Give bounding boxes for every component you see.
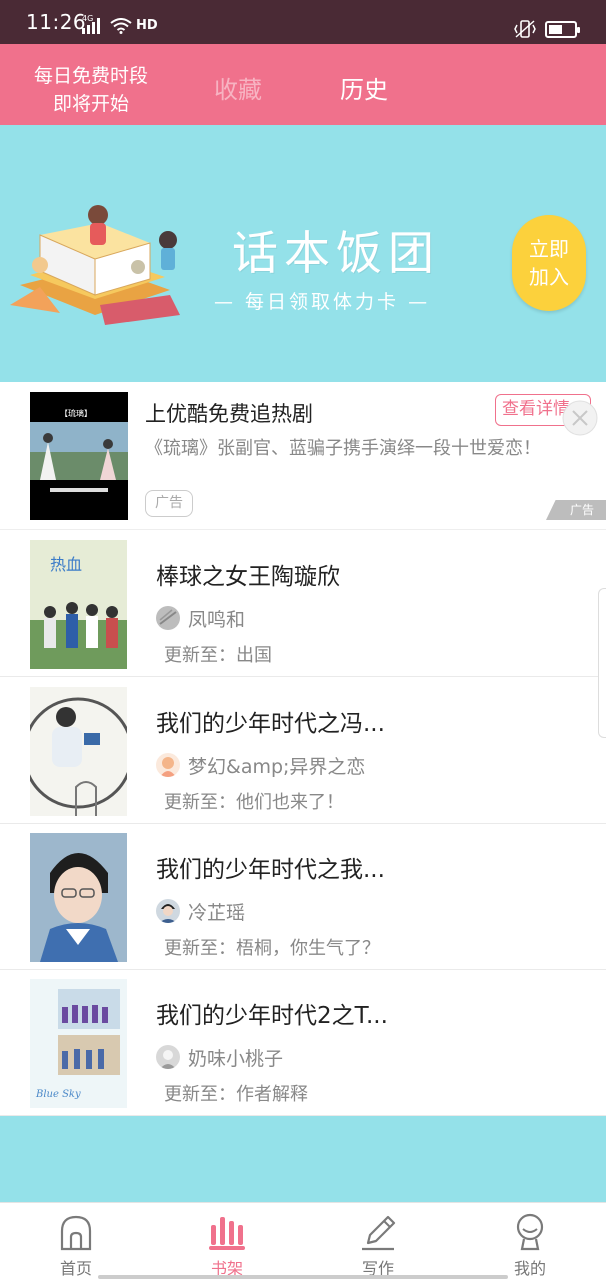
author-avatar — [156, 753, 180, 777]
vibrate-icon — [514, 20, 536, 38]
update-status: 更新至：梧桐，你生气了？ — [164, 938, 380, 959]
author-name: 奶味小桃子 — [188, 1048, 284, 1070]
tab-history[interactable]: 历史 — [340, 70, 388, 105]
ad-item[interactable]: 【琉璃】 上优酷免费追热剧 《琉璃》张副官、蓝骗子携手演绎一段十世爱恋！ 广告 … — [0, 382, 606, 530]
join-line-1: 立即 — [529, 237, 569, 261]
story-title: 棒球之女王陶璇欣 — [156, 564, 340, 590]
update-status: 更新至：出国 — [164, 645, 272, 666]
list-item[interactable]: Blue Sky 我们的少年时代2之T... 奶味小桃子 更新至：作者解释 — [0, 970, 606, 1116]
svg-text:热血: 热血 — [50, 555, 82, 574]
story-cover: Blue Sky — [30, 979, 127, 1108]
nav-write[interactable]: 写作 — [318, 1203, 438, 1280]
bottom-banner[interactable] — [0, 1116, 606, 1202]
free-period-notice[interactable]: 每日免费时段 即将开始 — [20, 62, 162, 118]
author-avatar — [156, 606, 180, 630]
bottom-nav: 首页 书架 写作 我的 — [0, 1202, 606, 1280]
join-now-button[interactable]: 立即 加入 — [512, 215, 586, 311]
promo-line-2: 即将开始 — [52, 93, 129, 115]
home-icon — [60, 1215, 92, 1251]
signal-icon — [82, 18, 100, 34]
tab-favorites[interactable]: 收藏 — [214, 70, 262, 105]
books-illustration — [10, 205, 180, 325]
battery-icon — [545, 21, 580, 38]
promo-banner[interactable]: 话本饭团 — 每日领取体力卡 — 立即 加入 — [0, 125, 606, 382]
banner-title: 话本饭团 — [232, 226, 440, 280]
story-title: 我们的少年时代之冯... — [156, 711, 385, 737]
nav-bookshelf[interactable]: 书架 — [167, 1203, 287, 1280]
pencil-icon — [362, 1215, 396, 1251]
list-item[interactable]: 我们的少年时代之我... 冷芷瑶 更新至：梧桐，你生气了？ — [0, 824, 606, 970]
bookshelf-icon — [209, 1217, 245, 1250]
author-avatar — [156, 1045, 180, 1069]
story-cover — [30, 833, 127, 962]
story-title: 我们的少年时代2之T... — [156, 1003, 388, 1029]
story-cover: 热血 — [30, 540, 127, 669]
profile-icon — [516, 1213, 544, 1251]
author-name: 冷芷瑶 — [188, 902, 246, 924]
ad-thumbnail: 【琉璃】 — [30, 392, 128, 520]
update-status: 更新至：他们也来了！ — [164, 792, 344, 813]
list-item[interactable]: 热血 棒球之女王陶璇欣 凤鸣和 更新至：出国 — [0, 531, 606, 677]
close-icon[interactable] — [562, 400, 598, 436]
hd-indicator: HD — [136, 18, 158, 33]
story-title: 我们的少年时代之我... — [156, 857, 385, 883]
story-cover — [30, 687, 127, 816]
status-time: 11:26 — [26, 10, 87, 34]
wifi-icon — [110, 18, 132, 34]
nav-mine[interactable]: 我的 — [470, 1203, 590, 1280]
ad-label: 广告 — [145, 490, 193, 517]
list-item[interactable]: 我们的少年时代之冯... 梦幻&amp;异界之恋 更新至：他们也来了！ — [0, 678, 606, 824]
top-header: 每日免费时段 即将开始 收藏 历史 — [0, 44, 606, 125]
side-drawer-handle[interactable] — [598, 588, 606, 738]
ad-thumb-caption: 【琉璃】 — [60, 409, 92, 418]
author-avatar — [156, 899, 180, 923]
author-name: 梦幻&amp;异界之恋 — [188, 756, 366, 778]
nav-home[interactable]: 首页 — [16, 1203, 136, 1280]
status-bar: 11:26 4G HD — [0, 0, 606, 44]
ad-description: 《琉璃》张副官、蓝骗子携手演绎一段十世爱恋！ — [145, 438, 541, 459]
ad-corner-mark: 广告 — [546, 500, 606, 520]
join-line-2: 加入 — [529, 265, 569, 289]
ad-title: 上优酷免费追热剧 — [145, 402, 313, 426]
gesture-bar[interactable] — [98, 1275, 508, 1279]
banner-subtitle: — 每日领取体力卡 — — [214, 291, 431, 313]
author-name: 凤鸣和 — [188, 609, 246, 631]
promo-line-1: 每日免费时段 — [33, 65, 148, 87]
update-status: 更新至：作者解释 — [164, 1084, 308, 1105]
svg-text:Blue Sky: Blue Sky — [35, 1089, 81, 1100]
